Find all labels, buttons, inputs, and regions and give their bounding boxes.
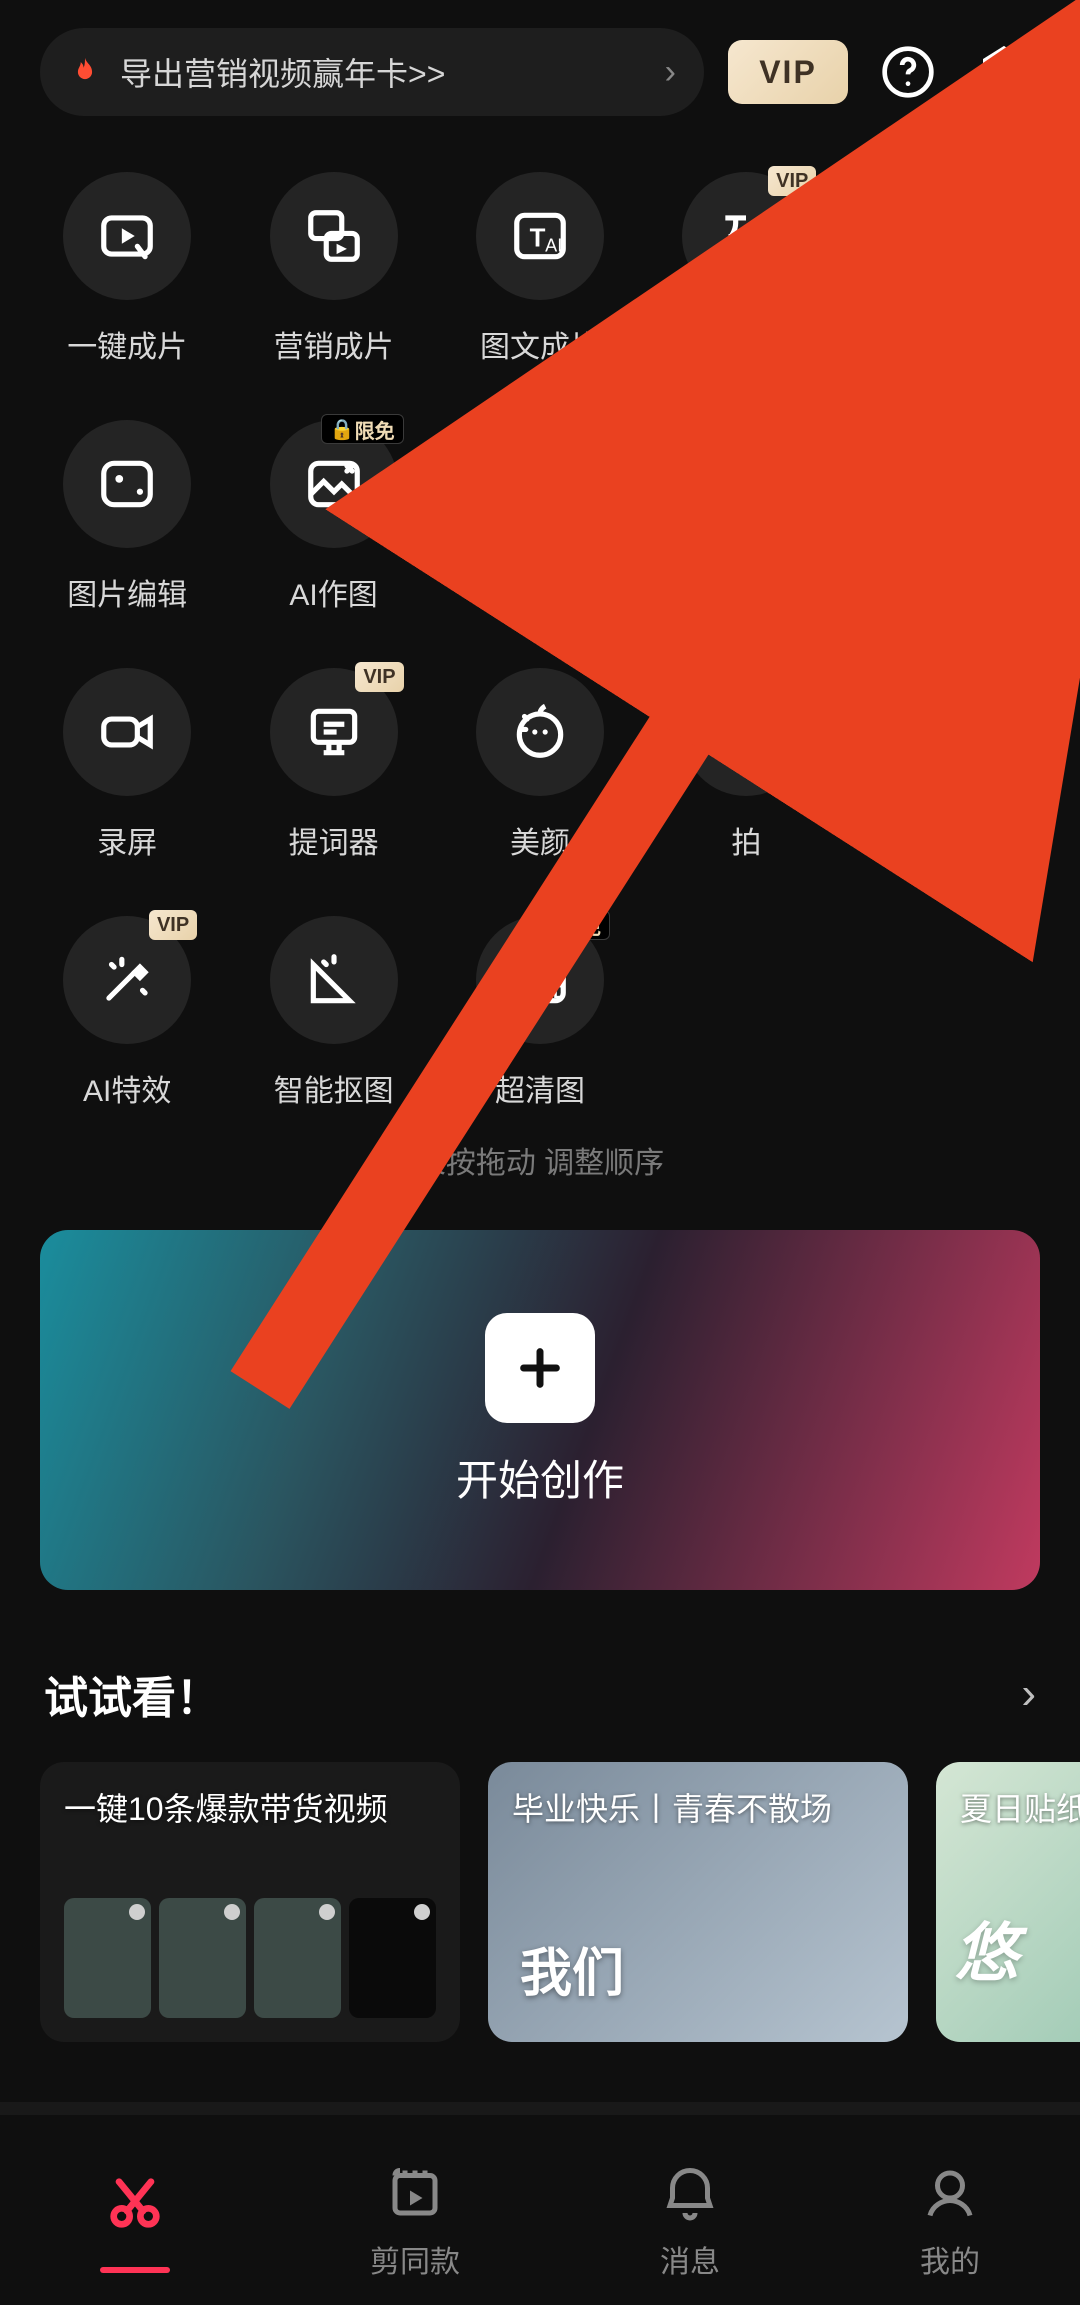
limited-free-tag: 🔒限免 — [321, 414, 404, 444]
feature-collapse[interactable]: 收起 — [850, 172, 1056, 366]
feature-screen-record[interactable]: 录屏 — [24, 668, 230, 862]
feature-create-script[interactable]: 创作脚本 — [850, 420, 1056, 614]
tab-profile[interactable]: 我的 — [920, 2163, 980, 2281]
try-card-2[interactable]: 毕业快乐丨青春不散场 我们 — [488, 1762, 908, 2042]
promo-text: 导出营销视频赢年卡>> — [120, 49, 445, 95]
feature-ai-image[interactable]: 🔒限免 AI作图 — [230, 420, 436, 614]
svg-text:HD: HD — [540, 982, 566, 1002]
feature-teleprompter[interactable]: VIP 提词器 — [230, 668, 436, 862]
tab-templates[interactable]: 剪同款 — [370, 2163, 460, 2281]
plus-icon — [485, 1313, 595, 1423]
svg-text:HD: HD — [937, 721, 971, 747]
feature-hd-quality[interactable]: VIP HD 超清画质 — [850, 668, 1056, 862]
feature-hd-image[interactable]: 🔒限免 HD 超清图 — [437, 916, 643, 1110]
feature-one-click-video[interactable]: 一键成片 — [24, 172, 230, 366]
thumbnail-strip — [64, 1898, 436, 2018]
help-button[interactable] — [872, 36, 944, 108]
fire-icon — [68, 55, 102, 89]
feature-text-image-video[interactable]: TAI 图文成片 — [437, 172, 643, 366]
start-create-card[interactable]: 开始创作 — [40, 1230, 1040, 1590]
vip-tag: VIP — [355, 662, 403, 692]
vip-tag: VIP — [149, 910, 197, 940]
svg-text:AI: AI — [545, 484, 562, 504]
bottom-tab-bar: 剪同款 消息 我的 — [0, 2115, 1080, 2305]
vip-tag: VIP — [768, 166, 816, 196]
reorder-hint: 长按拖动 调整顺序 — [0, 1138, 1080, 1182]
tab-edit[interactable] — [100, 2171, 170, 2273]
new-dot-icon — [590, 670, 600, 680]
feature-shoot-mode[interactable]: 拍 — [643, 668, 849, 862]
try-section-more[interactable]: › — [1021, 1669, 1036, 1719]
limited-free-tag: 🔒限免 — [527, 910, 610, 940]
feature-video-translate[interactable]: VIP 视频翻译 — [643, 172, 849, 366]
vip-tag: VIP — [975, 662, 1023, 692]
svg-text:T: T — [530, 224, 546, 252]
promo-banner[interactable]: 导出营销视频赢年卡>> › — [40, 28, 704, 116]
try-cards-row[interactable]: 一键10条爆款带货视频 毕业快乐丨青春不散场 我们 夏日贴纸 悠 — [0, 1762, 1080, 2042]
feature-grid: 一键成片 营销成片 TAI 图文成片 VIP 视频翻译 收起 图片编辑 🔒限免 … — [0, 116, 1080, 1110]
feature-ai-product-image[interactable]: AI AI商品图 — [437, 420, 643, 614]
chevron-right-icon: › — [665, 53, 676, 92]
feature-image-edit[interactable]: 图片编辑 — [24, 420, 230, 614]
try-card-1[interactable]: 一键10条爆款带货视频 — [40, 1762, 460, 2042]
feature-ai-effect[interactable]: VIP AI特效 — [24, 916, 230, 1110]
feature-shoot[interactable]: 拍摄 — [643, 420, 849, 614]
feature-marketing-video[interactable]: 营销成片 — [230, 172, 436, 366]
tab-messages[interactable]: 消息 — [660, 2163, 720, 2281]
feature-smart-cutout[interactable]: 智能抠图 — [230, 916, 436, 1110]
try-card-3[interactable]: 夏日贴纸 悠 — [936, 1762, 1080, 2042]
vip-badge[interactable]: VIP — [728, 40, 848, 104]
svg-text:AI: AI — [545, 236, 562, 256]
feature-beauty[interactable]: 美颜 — [437, 668, 643, 862]
settings-button[interactable] — [968, 36, 1040, 108]
try-section-title: 试试看！ — [44, 1662, 220, 1726]
